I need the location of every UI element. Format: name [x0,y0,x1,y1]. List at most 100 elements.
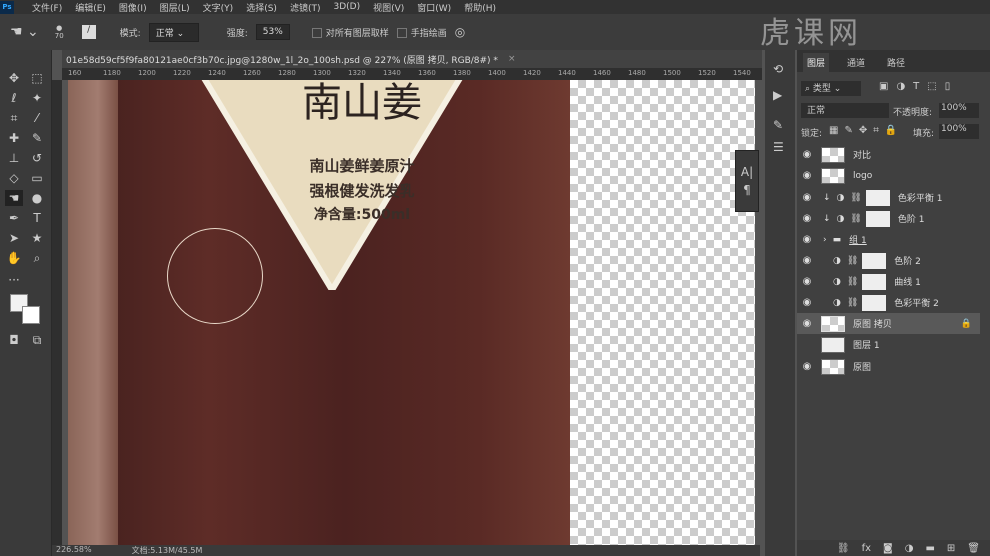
eye-icon[interactable]: ◉ [797,297,817,308]
paragraph-icon[interactable]: ¶ [736,183,758,197]
delete-layer-icon[interactable]: 🗑 [967,543,980,554]
eyedropper-icon[interactable]: ⁄ [28,110,46,126]
gradient-tool-icon[interactable]: ▭ [28,170,46,186]
marquee-tool-icon[interactable]: ⬚ [28,70,46,86]
photoshop-logo: Ps [0,0,14,14]
zoom-level[interactable]: 226.58% [56,545,92,556]
actions-play-icon[interactable]: ▶ [773,88,782,102]
eye-icon[interactable]: ◉ [797,361,817,372]
finger-paint-checkbox[interactable]: 手指绘画 [396,26,447,39]
menu-help[interactable]: 帮助(H) [464,1,496,14]
filter-icons[interactable]: ▣◑T⬚▯ [879,81,958,92]
history-brush-icon[interactable]: ↺ [28,150,46,166]
pressure-icon[interactable]: ◎ [455,25,465,39]
menu-select[interactable]: 选择(S) [246,1,277,14]
menu-window[interactable]: 窗口(W) [417,1,451,14]
fx-button[interactable]: fx [862,543,871,554]
tab-channels[interactable]: 通道 [843,53,869,72]
eye-icon[interactable]: ◉ [797,149,817,160]
layer-mask [862,252,887,269]
eye-icon[interactable]: ◉ [797,276,817,287]
clip-arrow-icon: ↓ [823,213,831,224]
zoom-tool-icon[interactable]: ⌕ [28,250,46,266]
menu-file[interactable]: 文件(F) [32,1,62,14]
brush-preset-picker[interactable]: ● 70 [55,24,64,40]
smudge-tool-icon[interactable]: ☚ [5,190,23,206]
pen-tool-icon[interactable]: ✒ [5,210,23,226]
layer-row-selected[interactable]: ◉ 原图 拷贝 🔒 [797,313,980,334]
character-icon[interactable]: A| [736,165,758,179]
canvas[interactable]: 南山姜 南山姜鲜姜原汁 强根健发洗发乳 净含量:500ml [62,80,760,545]
strength-input[interactable]: 53% [255,24,290,40]
layer-row[interactable]: ◉ ↓ ◑ ⛓ 色阶 1 [797,208,980,229]
brush-panel-toggle-icon[interactable]: / [81,25,96,39]
layer-filter-select[interactable]: ⌕ 类型 ⌄ [801,81,861,96]
menu-filter[interactable]: 滤镜(T) [290,1,321,14]
smudge-tool-preset-icon[interactable]: ☚ ⌄ [10,24,39,40]
hand-tool-icon[interactable]: ✋ [5,250,23,266]
stamp-tool-icon[interactable]: ⊥ [5,150,23,166]
eye-icon[interactable]: ◉ [797,255,817,266]
lasso-tool-icon[interactable]: ℓ [5,90,23,106]
shape-tool-icon[interactable]: ★ [28,230,46,246]
background-color[interactable] [22,306,40,324]
blend-mode-select[interactable]: 正常 [801,103,889,118]
layer-row[interactable]: ◉ ◑ ⛓ 色阶 2 [797,250,980,271]
eraser-icon[interactable]: ◇ [5,170,23,186]
layer-row[interactable]: ◉ ↓ ◑ ⛓ 色彩平衡 1 [797,187,980,208]
menu-3d[interactable]: 3D(D) [333,2,360,12]
new-adjustment-icon[interactable]: ◑ [905,543,914,554]
crop-tool-icon[interactable]: ⌗ [5,110,23,126]
clip-arrow-icon: ↓ [823,192,831,203]
adjustments-icon[interactable]: ☰ [773,140,784,154]
layer-row[interactable]: ◉ logo [797,165,980,186]
screen-mode-icon[interactable]: ⧉ [28,332,46,348]
healing-brush-icon[interactable]: ✚ [5,130,23,146]
layer-group-row[interactable]: ◉ › ▬ 组 1 [797,229,980,250]
adjustment-icon: ◑ [836,192,845,203]
more-tools-icon[interactable]: ··· [5,272,23,288]
eye-icon[interactable]: ◉ [797,170,817,181]
quick-mask-icon[interactable]: ◘ [5,332,23,348]
eye-icon[interactable]: ◉ [797,318,817,329]
brush-settings-icon[interactable]: ✎ [773,118,783,132]
layer-row[interactable]: ◉ ◑ ⛓ 曲线 1 [797,271,980,292]
mode-select[interactable]: 正常 ⌄ [148,22,199,42]
eye-icon[interactable]: ◉ [797,192,817,203]
close-tab-button[interactable]: × [508,54,516,64]
add-mask-icon[interactable]: ◙ [883,543,893,554]
menu-layer[interactable]: 图层(L) [160,1,190,14]
new-group-icon[interactable]: ▬ [925,543,934,554]
finger-paint-label: 手指绘画 [410,28,447,39]
lock-icons[interactable]: ▦✎✥⌗🔒 [829,125,903,136]
brush-tool-icon[interactable]: ✎ [28,130,46,146]
layer-row[interactable]: ◉ 原图 [797,356,980,377]
layers-panel: 图层 通道 路径 ⌕ 类型 ⌄ ▣◑T⬚▯ 正常 不透明度: 100% 锁定: … [797,50,990,556]
dodge-tool-icon[interactable]: ● [28,190,46,206]
layer-row[interactable]: ◉ ◑ ⛓ 色彩平衡 2 [797,292,980,313]
magic-wand-icon[interactable]: ✦ [28,90,46,106]
eye-icon[interactable]: ◉ [797,213,817,224]
new-layer-icon[interactable]: ⊞ [947,543,955,554]
opacity-input[interactable]: 100% [939,103,979,118]
menu-image[interactable]: 图像(I) [119,1,147,14]
status-bar: 226.58% 文档:5.13M/45.5M [52,545,760,556]
menu-type[interactable]: 文字(Y) [203,1,234,14]
tab-paths[interactable]: 路径 [883,53,909,72]
menu-edit[interactable]: 编辑(E) [75,1,106,14]
menu-view[interactable]: 视图(V) [373,1,404,14]
expand-chevron-icon[interactable]: › [823,235,827,245]
eye-icon[interactable]: ◉ [797,234,817,245]
layer-row[interactable]: 图层 1 [797,334,980,355]
type-tool-icon[interactable]: T [28,210,46,226]
ruler-tick-label: 1460 [593,69,611,77]
move-tool-icon[interactable]: ✥ [5,70,23,86]
fill-input[interactable]: 100% [939,124,979,139]
history-icon[interactable]: ⟲ [773,62,783,76]
tab-layers[interactable]: 图层 [803,53,830,72]
layer-row[interactable]: ◉ 对比 [797,144,980,165]
document-tab[interactable]: 01e58d59cf5f9fa80121ae0cf3b70c.jpg@1280w… [62,50,762,68]
path-select-icon[interactable]: ➤ [5,230,23,246]
link-layers-icon[interactable]: ⛓ [837,543,850,554]
sample-all-layers-checkbox[interactable]: 对所有图层取样 [311,26,389,39]
